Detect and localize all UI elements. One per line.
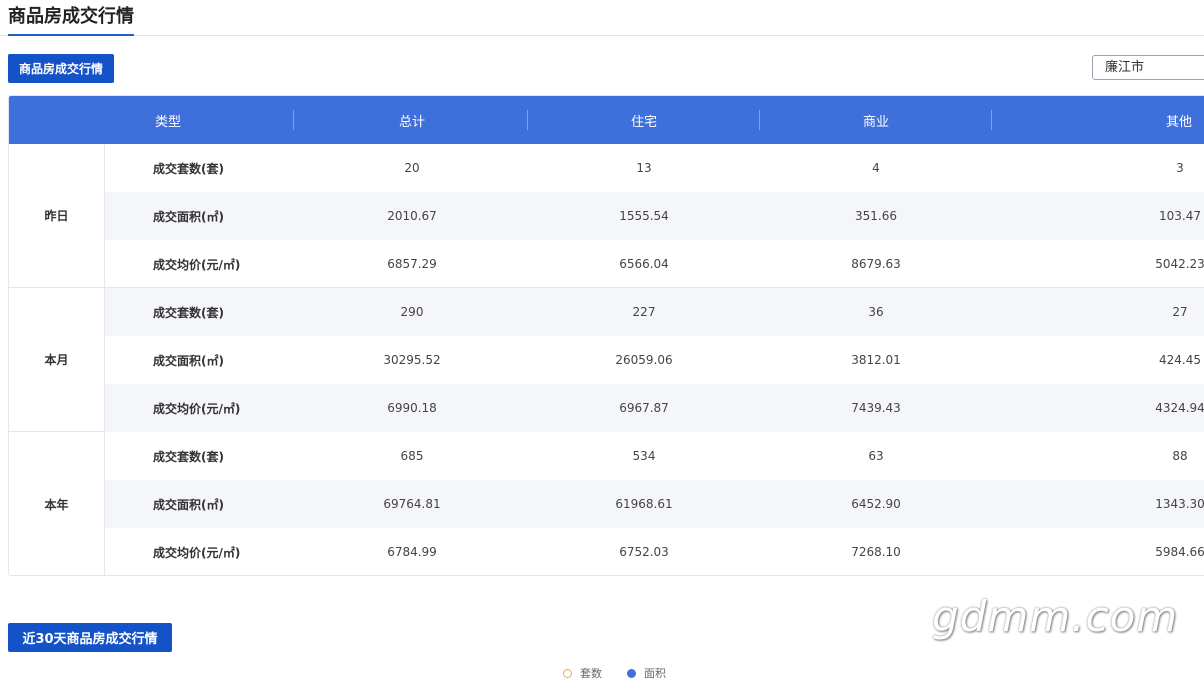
table-header: 类型 总计 住宅 商业 其他 — [9, 96, 1204, 144]
header-other: 其他 — [1165, 114, 1192, 130]
cell-commercial: 63 — [868, 449, 884, 463]
cell-commercial: 8679.63 — [851, 257, 901, 271]
cell-residential: 61968.61 — [615, 497, 673, 511]
cell-residential: 227 — [632, 305, 656, 319]
cell-commercial: 4 — [872, 161, 880, 175]
cell-total: 20 — [404, 161, 420, 175]
cell-total: 6857.29 — [387, 257, 437, 271]
metric-label: 成交均价(元/㎡) — [153, 257, 241, 272]
page-header: 商品房成交行情 — [0, 0, 1204, 36]
table-row: 成交套数(套) 20 13 4 3 — [105, 144, 1204, 192]
header-type: 类型 — [154, 114, 181, 130]
metric-label: 成交套数(套) — [153, 449, 224, 464]
metric-label: 成交面积(㎡) — [153, 497, 224, 512]
table-row: 成交面积(㎡) 30295.52 26059.06 3812.01 424.45 — [105, 336, 1204, 384]
cell-total: 685 — [400, 449, 424, 463]
table-row: 成交套数(套) 290 227 36 27 — [105, 288, 1204, 336]
cell-other: 103.47 — [1159, 209, 1201, 223]
cell-total: 290 — [400, 305, 424, 319]
table-row: 成交面积(㎡) 2010.67 1555.54 351.66 103.47 — [105, 192, 1204, 240]
cell-other: 5984.66 — [1155, 545, 1204, 559]
cell-commercial: 7439.43 — [851, 401, 901, 415]
metric-label: 成交均价(元/㎡) — [153, 401, 241, 416]
cell-residential: 13 — [636, 161, 652, 175]
table-row: 成交均价(元/㎡) 6784.99 6752.03 7268.10 5984.6… — [105, 528, 1204, 575]
cell-residential: 6752.03 — [619, 545, 669, 559]
section-tab-30-days[interactable]: 近30天商品房成交行情 — [8, 623, 172, 652]
table-row: 成交面积(㎡) 69764.81 61968.61 6452.90 1343.3… — [105, 480, 1204, 528]
metric-label: 成交面积(㎡) — [153, 209, 224, 224]
cell-commercial: 351.66 — [855, 209, 897, 223]
legend-label-area: 面积 — [644, 667, 666, 680]
cell-residential: 6967.87 — [619, 401, 669, 415]
cell-other: 424.45 — [1159, 353, 1201, 367]
cell-other: 4324.94 — [1155, 401, 1204, 415]
cell-other: 5042.23 — [1155, 257, 1204, 271]
legend-item-count[interactable]: 套数 — [563, 666, 602, 680]
cell-total: 30295.52 — [383, 353, 441, 367]
header-total: 总计 — [398, 114, 425, 130]
cell-total: 6784.99 — [387, 545, 437, 559]
metric-label: 成交均价(元/㎡) — [153, 545, 241, 560]
header-divider — [293, 110, 294, 130]
cell-commercial: 36 — [868, 305, 884, 319]
period-this-year: 本年 — [9, 432, 105, 575]
cell-total: 2010.67 — [387, 209, 437, 223]
table-row: 成交均价(元/㎡) 6990.18 6967.87 7439.43 4324.9… — [105, 384, 1204, 432]
cell-other: 3 — [1176, 161, 1184, 175]
transactions-table: 类型 总计 住宅 商业 其他 昨日 成交套数(套) 20 13 4 3 成交面积… — [8, 95, 1204, 576]
cell-residential: 26059.06 — [615, 353, 673, 367]
header-commercial: 商业 — [862, 114, 889, 130]
cell-total: 69764.81 — [383, 497, 441, 511]
circle-outline-icon — [563, 668, 572, 678]
cell-commercial: 3812.01 — [851, 353, 901, 367]
metric-label: 成交面积(㎡) — [153, 353, 224, 368]
cell-residential: 6566.04 — [619, 257, 669, 271]
table-row: 成交均价(元/㎡) 6857.29 6566.04 8679.63 5042.2… — [105, 240, 1204, 288]
metric-label: 成交套数(套) — [153, 305, 224, 320]
cell-commercial: 7268.10 — [851, 545, 901, 559]
cell-other: 88 — [1172, 449, 1188, 463]
cell-commercial: 6452.90 — [851, 497, 901, 511]
header-divider — [991, 110, 992, 130]
circle-filled-icon — [627, 668, 636, 678]
header-residential: 住宅 — [630, 114, 657, 130]
cell-total: 6990.18 — [387, 401, 437, 415]
section-tab-transactions[interactable]: 商品房成交行情 — [8, 54, 114, 83]
legend-label-count: 套数 — [580, 667, 602, 680]
cell-residential: 1555.54 — [619, 209, 669, 223]
metric-label: 成交套数(套) — [153, 161, 224, 176]
cell-other: 1343.30 — [1155, 497, 1204, 511]
watermark-logo: gdmm.com — [932, 592, 1179, 641]
cell-residential: 534 — [632, 449, 656, 463]
legend-item-area[interactable]: 面积 — [627, 666, 666, 680]
city-select[interactable]: 廉江市 — [1092, 55, 1204, 80]
cell-other: 27 — [1172, 305, 1188, 319]
period-yesterday: 昨日 — [9, 144, 105, 288]
page-title: 商品房成交行情 — [8, 5, 134, 36]
table-row: 成交套数(套) 685 534 63 88 — [105, 432, 1204, 480]
period-this-month: 本月 — [9, 288, 105, 432]
